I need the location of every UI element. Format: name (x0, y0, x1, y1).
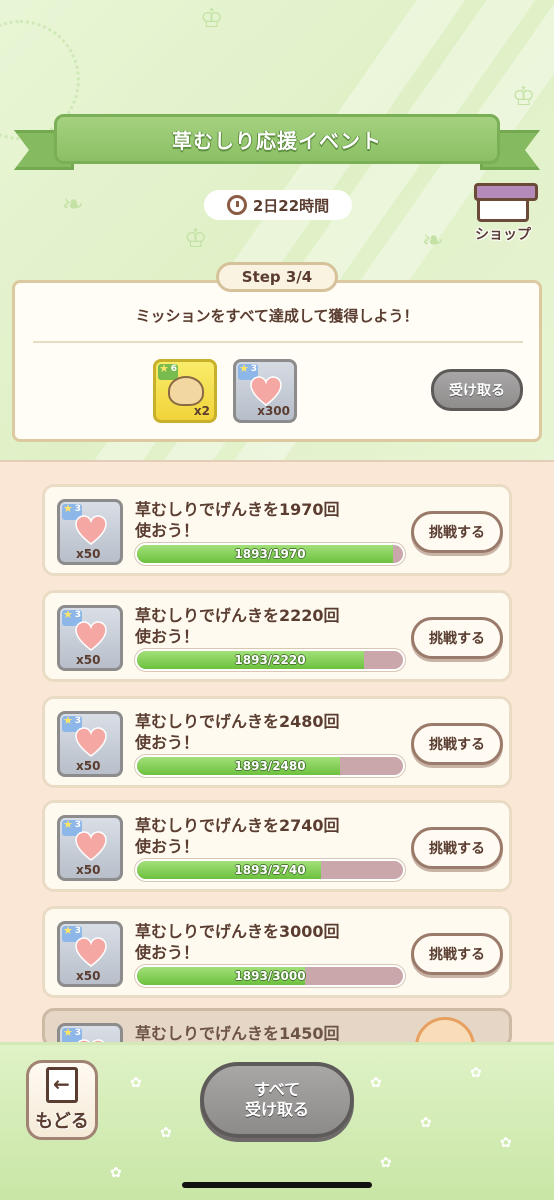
event-timer: 2日22時間 (204, 190, 352, 220)
timer-text: 2日22時間 (252, 196, 330, 215)
mission-title: 草むしりでげんきを1970回 使おう！ (135, 499, 405, 541)
mission-title-line2: 使おう！ (135, 521, 200, 540)
heart-icon (75, 937, 107, 967)
progress-bar: 1893/2740 (135, 859, 405, 881)
crown-icon: ♔ (184, 224, 208, 254)
mission-row: 3x50 草むしりでげんきを2740回使おう！ 1893/2740 挑戦する (42, 800, 512, 892)
mission-reward: 3x50 (57, 605, 123, 671)
heart-icon (75, 727, 107, 757)
mission-row: 3x50 草むしりでげんきを1970回使おう！ 1893/1970 挑戦する (42, 484, 512, 576)
reward-quantity: x2 (193, 404, 210, 418)
mission-row: 3x50 草むしりでげんきを2480回使おう！ 1893/2480 挑戦する (42, 696, 512, 788)
progress-text: 1893/2480 (234, 759, 306, 773)
shop-icon (474, 183, 538, 222)
reward-quantity: x50 (76, 653, 101, 667)
challenge-button[interactable]: 挑戦する (411, 933, 503, 975)
challenge-button[interactable]: 挑戦する (411, 827, 503, 869)
mission-reward: 3x50 (57, 921, 123, 987)
challenge-button[interactable]: 挑戦する (411, 511, 503, 553)
mission-row: 3x50 草むしりでげんきを3000回使おう！ 1893/3000 挑戦する (42, 906, 512, 998)
back-button[interactable]: もどる (26, 1060, 98, 1140)
mission-title-line1: 草むしりでげんきを1970回 (135, 500, 340, 519)
reward-item[interactable]: 3 x300 (233, 359, 297, 423)
mission-title-line1: 草むしりでげんきを3000回 (135, 922, 340, 941)
receive-all-label-line2: 受け取る (244, 1100, 309, 1119)
reward-quantity: x50 (76, 759, 101, 773)
reward-quantity: x300 (257, 404, 290, 418)
progress-text: 1893/2220 (234, 653, 306, 667)
crown-icon: ♔ (200, 4, 224, 34)
mission-title: 草むしりでげんきを2740回 使おう！ (135, 815, 405, 857)
mission-title-line2: 使おう！ (135, 943, 200, 962)
mission-reward: 3x50 (57, 499, 123, 565)
mission-reward: 3x50 (57, 815, 123, 881)
receive-button[interactable]: 受け取る (431, 369, 523, 411)
progress-bar: 1893/1970 (135, 543, 405, 565)
mission-title: 草むしりでげんきを1450回 (135, 1023, 405, 1044)
mission-title-line1: 草むしりでげんきを2480回 (135, 712, 340, 731)
mission-title-line2: 使おう！ (135, 837, 200, 856)
progress-text: 1893/2740 (234, 863, 306, 877)
progress-bar: 1893/2480 (135, 755, 405, 777)
mission-row: 3x50 草むしりでげんきを2220回使おう！ 1893/2220 挑戦する (42, 590, 512, 682)
divider (33, 341, 523, 343)
progress-text: 1893/1970 (234, 547, 306, 561)
mission-title-line1: 草むしりでげんきを1450回 (135, 1024, 340, 1043)
shop-label: ショップ (475, 227, 531, 243)
mission-title: 草むしりでげんきを2220回 使おう！ (135, 605, 405, 647)
challenge-button[interactable]: 挑戦する (411, 723, 503, 765)
mission-description: ミッションをすべて達成して獲得しよう！ (135, 307, 419, 325)
progress-bar: 1893/2220 (135, 649, 405, 671)
shell-icon (168, 376, 204, 406)
reward-quantity: x50 (76, 969, 101, 983)
heart-icon (75, 621, 107, 651)
mission-title-line1: 草むしりでげんきを2740回 (135, 816, 340, 835)
event-title: 草むしり応援イベント (172, 128, 382, 153)
leaf-icon: ❧ (62, 190, 84, 220)
shop-button[interactable]: ショップ (466, 183, 540, 244)
progress-bar: 1893/3000 (135, 965, 405, 987)
receive-all-label-line1: すべて (253, 1080, 301, 1099)
heart-icon (75, 515, 107, 545)
mission-title-line2: 使おう！ (135, 733, 200, 752)
receive-all-button[interactable]: すべて 受け取る (200, 1062, 354, 1138)
exit-door-icon (46, 1067, 78, 1103)
mission-reward: 3x50 (57, 711, 123, 777)
reward-quantity: x50 (76, 863, 101, 877)
reward-quantity: x50 (76, 547, 101, 561)
step-indicator: Step 3/4 (216, 262, 338, 292)
heart-icon (75, 831, 107, 861)
clock-icon (226, 195, 247, 215)
event-banner: 草むしり応援イベント (14, 108, 540, 178)
mission-title-line2: 使おう！ (135, 627, 200, 646)
challenge-button[interactable]: 挑戦する (411, 617, 503, 659)
mission-title-line1: 草むしりでげんきを2220回 (135, 606, 340, 625)
leaf-icon: ❧ (422, 226, 444, 256)
step-reward-panel: ミッションをすべて達成して獲得しよう！ 6 x2 3 x300 受け取る (12, 280, 542, 442)
mission-title: 草むしりでげんきを3000回 使おう！ (135, 921, 405, 963)
reward-item[interactable]: 6 x2 (153, 359, 217, 423)
home-indicator[interactable] (182, 1182, 372, 1188)
back-label: もどる (35, 1111, 89, 1132)
progress-text: 1893/3000 (234, 969, 306, 983)
mission-title: 草むしりでげんきを2480回 使おう！ (135, 711, 405, 753)
